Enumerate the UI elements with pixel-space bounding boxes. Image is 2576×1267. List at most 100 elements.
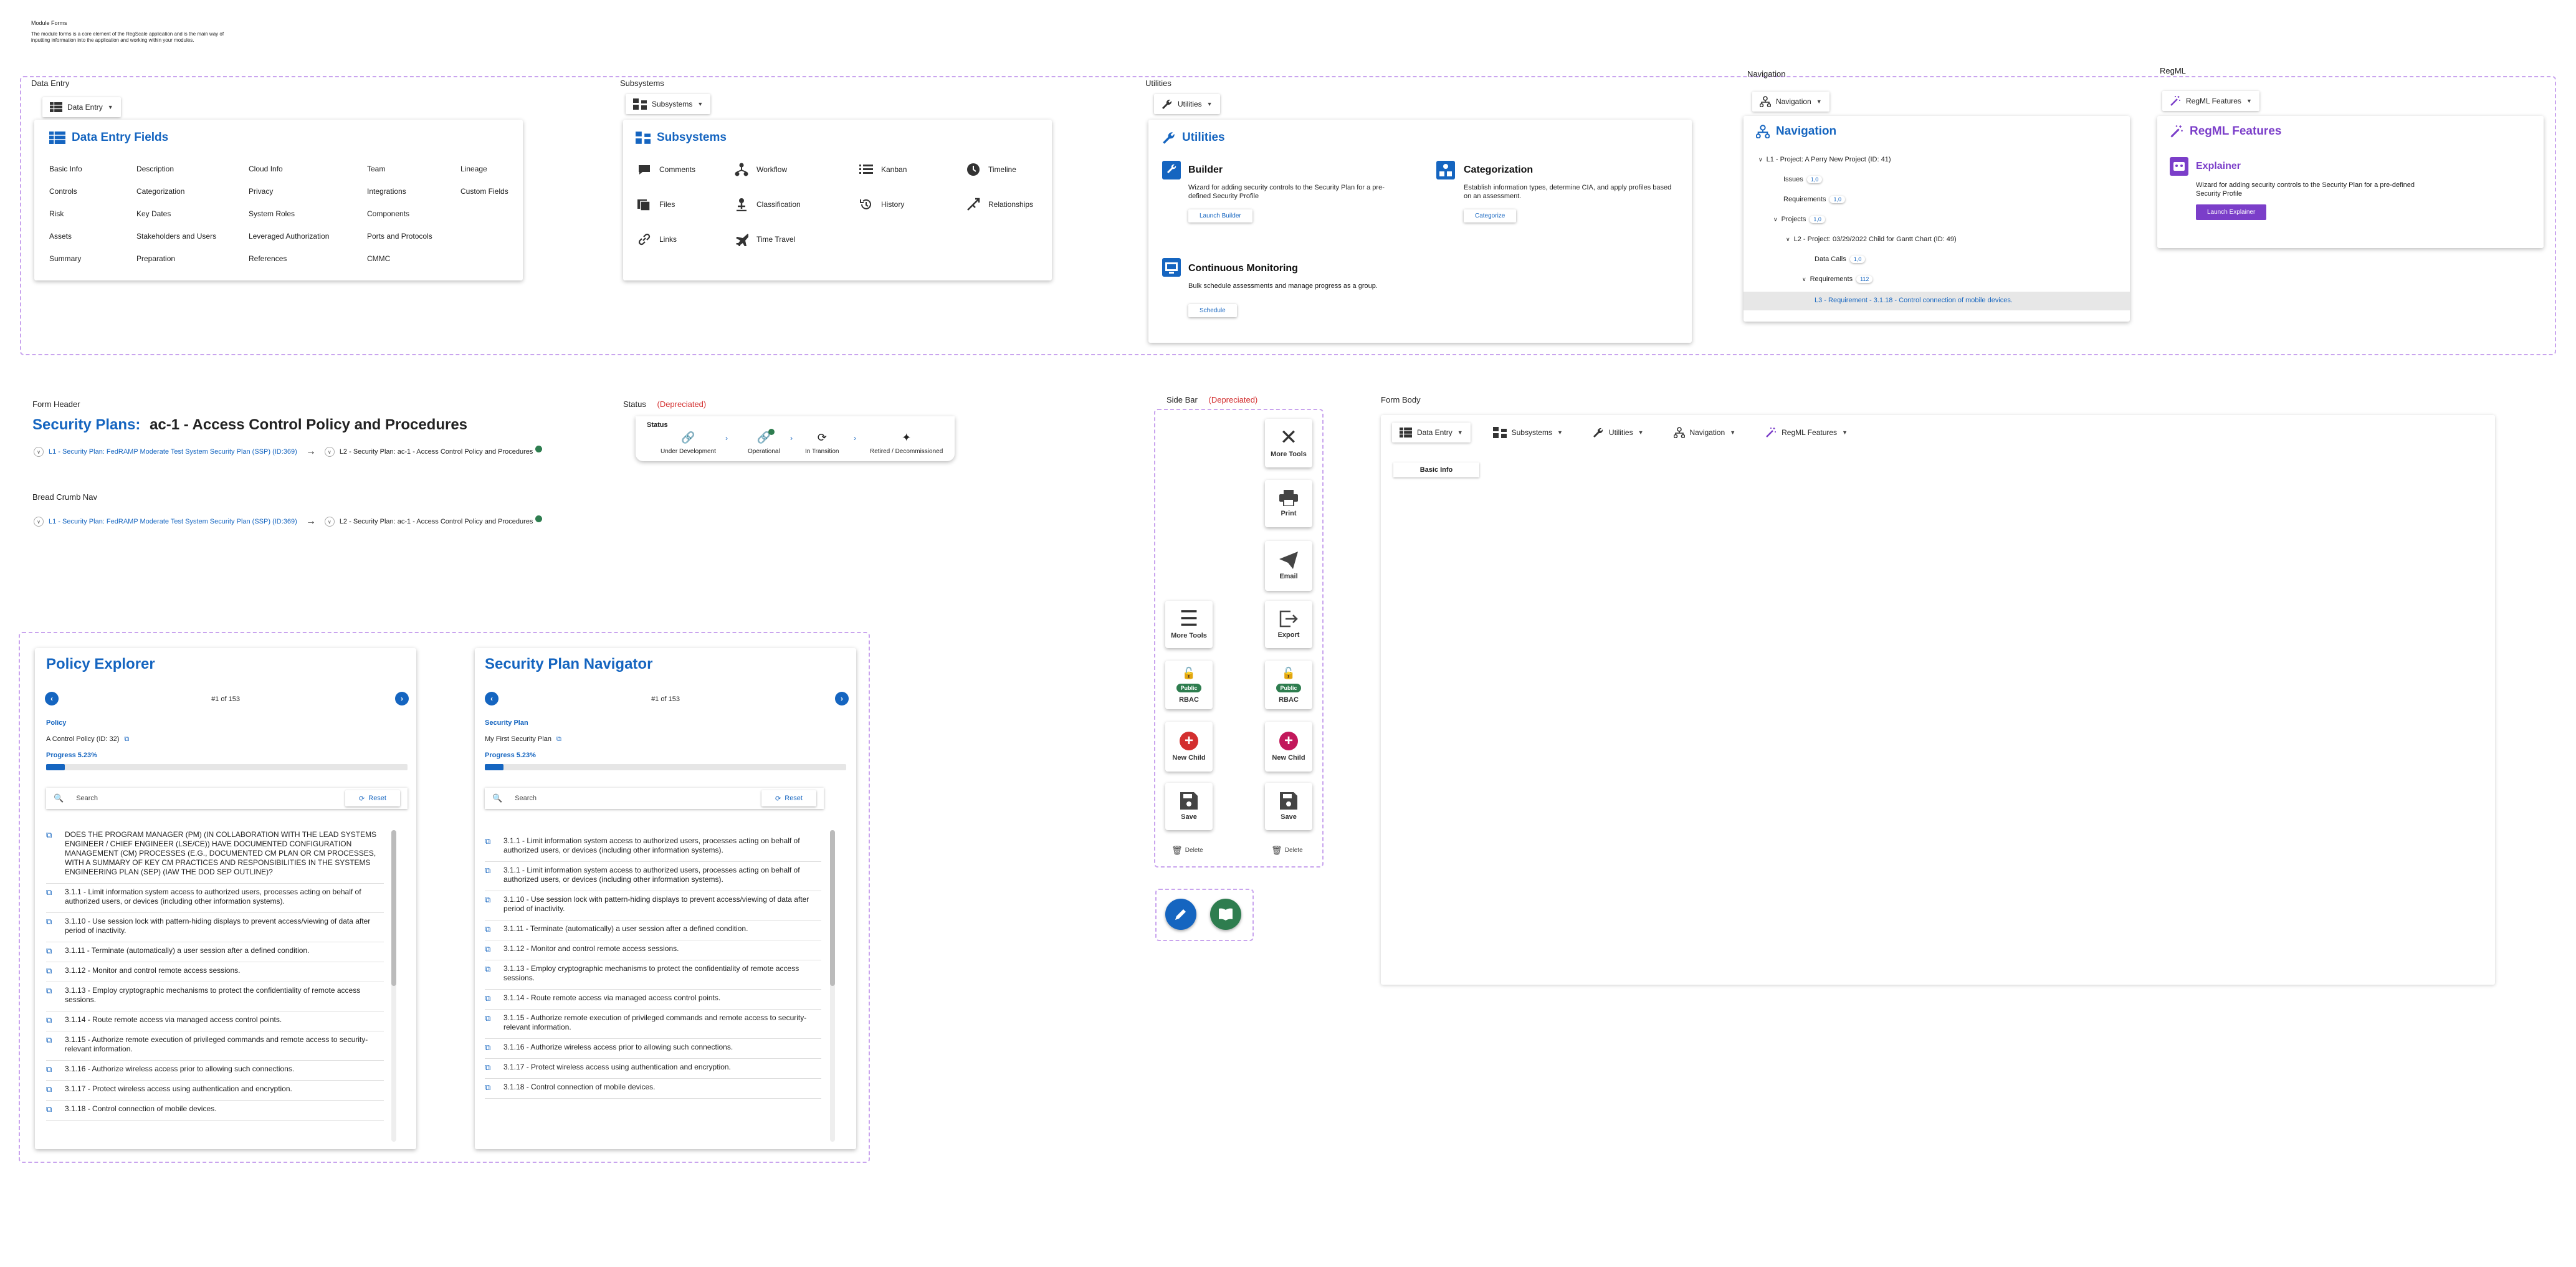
list-item[interactable]: ⧉ 3.1.14 - Route remote access via manage… [46, 1011, 384, 1031]
external-link-icon[interactable]: ⧉ [46, 887, 56, 906]
list-item[interactable]: ⧉ 3.1.13 - Employ cryptographic mechanism… [46, 982, 384, 1011]
utilities-dropdown[interactable]: Utilities ▼ [1154, 94, 1220, 114]
toolbar-subsystems[interactable]: Subsystems ▼ [1485, 423, 1570, 442]
data-entry-field[interactable]: Leveraged Authorization [249, 232, 329, 241]
launch-explainer-button[interactable]: Launch Explainer [2196, 204, 2267, 220]
next-button[interactable]: › [395, 692, 409, 705]
external-link-icon[interactable]: ⧉ [46, 830, 56, 877]
data-entry-field[interactable]: System Roles [249, 209, 295, 218]
data-entry-field[interactable]: Key Dates [136, 209, 171, 218]
search-input[interactable]: Search [76, 795, 345, 802]
list-item[interactable]: ⧉ 3.1.18 - Control connection of mobile d… [46, 1101, 384, 1121]
data-entry-field[interactable]: Ports and Protocols [367, 232, 432, 241]
external-link-icon[interactable]: ⧉ [485, 1043, 495, 1052]
status-step-under-development[interactable]: 🔗 Under Development [661, 431, 716, 455]
external-link-icon[interactable]: ⧉ [46, 966, 56, 975]
list-item[interactable]: ⧉ 3.1.12 - Monitor and control remote acc… [485, 940, 821, 960]
schedule-button[interactable]: Schedule [1188, 304, 1237, 317]
list-item[interactable]: ⧉ 3.1.16 - Authorize wireless access prio… [485, 1039, 821, 1059]
breadcrumb-l1[interactable]: L1 - Security Plan: FedRAMP Moderate Tes… [49, 448, 297, 456]
search-input[interactable]: Search [515, 795, 761, 802]
data-entry-field[interactable]: Team [367, 165, 385, 173]
toolbar-data-entry[interactable]: Data Entry ▼ [1392, 423, 1471, 442]
toolbar-utilities[interactable]: Utilities ▼ [1585, 423, 1651, 442]
data-entry-field[interactable]: Privacy [249, 187, 273, 196]
external-link-icon[interactable]: ⧉ [485, 924, 495, 934]
reset-button[interactable]: ⟳ Reset [345, 790, 400, 806]
nav-tree-requirements2[interactable]: ∨ Requirements 112 [1802, 275, 1873, 283]
navigation-dropdown[interactable]: Navigation ▼ [1752, 92, 1829, 112]
list-item[interactable]: ⧉ 3.1.1 - Limit information system access… [485, 833, 821, 862]
toolbar-navigation[interactable]: Navigation ▼ [1666, 423, 1744, 442]
list-item[interactable]: ⧉ 3.1.10 - Use session lock with pattern-… [46, 913, 384, 942]
data-entry-dropdown[interactable]: Data Entry ▼ [42, 97, 121, 117]
external-link-icon[interactable]: ⧉ [46, 1084, 56, 1094]
chevron-down-icon[interactable]: ∨ [34, 517, 44, 527]
data-entry-field[interactable]: Components [367, 209, 409, 218]
list-item[interactable]: ⧉ 3.1.13 - Employ cryptographic mechanism… [485, 960, 821, 990]
data-entry-field[interactable]: Categorization [136, 187, 184, 196]
list-item[interactable]: ⧉ 3.1.17 - Protect wireless access using … [46, 1081, 384, 1101]
data-entry-field[interactable]: Lineage [460, 165, 487, 173]
data-entry-field[interactable]: Custom Fields [460, 187, 508, 196]
subsystem-comments[interactable]: Comments [637, 162, 695, 177]
subsystem-files[interactable]: Files [637, 197, 675, 212]
subsystem-classification[interactable]: Classification [734, 197, 801, 212]
new-child-button-left[interactable]: + New Child [1165, 722, 1213, 772]
data-entry-field[interactable]: Summary [49, 254, 81, 263]
subsystem-time-travel[interactable]: Time Travel [734, 232, 795, 247]
external-link-icon[interactable]: ⧉ [485, 1063, 495, 1072]
external-link-icon[interactable]: ⧉ [46, 986, 56, 1005]
data-entry-field[interactable]: References [249, 254, 287, 263]
regml-dropdown[interactable]: RegML Features ▼ [2162, 91, 2259, 111]
subsystem-links[interactable]: Links [637, 232, 677, 247]
status-step-operational[interactable]: 🔗 Operational [748, 429, 780, 455]
external-link-icon[interactable]: ⧉ [485, 836, 495, 855]
external-link-icon[interactable]: ⧉ [124, 735, 129, 743]
toolbar-regml[interactable]: RegML Features ▼ [1758, 423, 1855, 442]
nav-tree-issues[interactable]: Issues 1,0 [1783, 176, 1823, 183]
external-link-icon[interactable]: ⧉ [46, 1064, 56, 1074]
new-child-button-right[interactable]: + New Child [1265, 722, 1312, 772]
data-entry-field[interactable]: Assets [49, 232, 72, 241]
nav-tree-l1[interactable]: ∨ L1 - Project: A Perry New Project (ID: … [1758, 156, 1891, 163]
data-entry-field[interactable]: Risk [49, 209, 64, 218]
external-link-icon[interactable]: ⧉ [485, 944, 495, 954]
external-link-icon[interactable]: ⧉ [485, 964, 495, 983]
categorize-button[interactable]: Categorize [1464, 209, 1517, 222]
scrollbar[interactable] [391, 830, 396, 1142]
delete-button-right[interactable]: 🗑 Delete [1271, 845, 1303, 856]
external-link-icon[interactable]: ⧉ [46, 1035, 56, 1054]
chevron-down-icon[interactable]: ∨ [34, 447, 44, 457]
subsystem-history[interactable]: History [859, 197, 904, 212]
external-link-icon[interactable]: ⧉ [485, 1083, 495, 1092]
delete-button-left[interactable]: 🗑 Delete [1171, 845, 1203, 856]
subsystem-kanban[interactable]: Kanban [859, 162, 907, 177]
external-link-icon[interactable]: ⧉ [46, 1104, 56, 1114]
data-entry-field[interactable]: Description [136, 165, 174, 173]
list-item[interactable]: ⧉ 3.1.11 - Terminate (automatically) a us… [46, 942, 384, 962]
external-link-icon[interactable]: ⧉ [485, 993, 495, 1003]
reset-button[interactable]: ⟳ Reset [761, 790, 816, 806]
email-button[interactable]: Email [1265, 541, 1312, 591]
external-link-icon[interactable]: ⧉ [485, 1013, 495, 1032]
nav-tree-data-calls[interactable]: Data Calls 1,0 [1815, 256, 1866, 263]
launch-builder-button[interactable]: Launch Builder [1188, 209, 1252, 222]
data-entry-field[interactable]: Integrations [367, 187, 406, 196]
nav-tree-l2[interactable]: ∨ L2 - Project: 03/29/2022 Child for Gant… [1786, 236, 1957, 243]
external-link-icon[interactable]: ⧉ [556, 735, 561, 743]
external-link-icon[interactable]: ⧉ [46, 946, 56, 955]
subsystem-timeline[interactable]: Timeline [966, 162, 1016, 177]
external-link-icon[interactable]: ⧉ [485, 866, 495, 884]
more-tools-button-top[interactable]: ✕ More Tools [1265, 419, 1312, 467]
rbac-button-right[interactable]: 🔓 Public RBAC [1265, 661, 1312, 709]
external-link-icon[interactable]: ⧉ [46, 917, 56, 935]
data-entry-field[interactable]: Stakeholders and Users [136, 232, 216, 241]
breadcrumb-l1[interactable]: L1 - Security Plan: FedRAMP Moderate Tes… [49, 518, 297, 525]
scrollbar[interactable] [830, 830, 835, 1142]
external-link-icon[interactable]: ⧉ [46, 1015, 56, 1025]
chevron-down-icon[interactable]: ∨ [324, 517, 335, 527]
tab-basic-info[interactable]: Basic Info [1393, 462, 1479, 477]
list-item[interactable]: ⧉ DOES THE PROGRAM MANAGER (PM) (IN COLLA… [46, 826, 384, 884]
save-button-right[interactable]: Save [1265, 783, 1312, 830]
